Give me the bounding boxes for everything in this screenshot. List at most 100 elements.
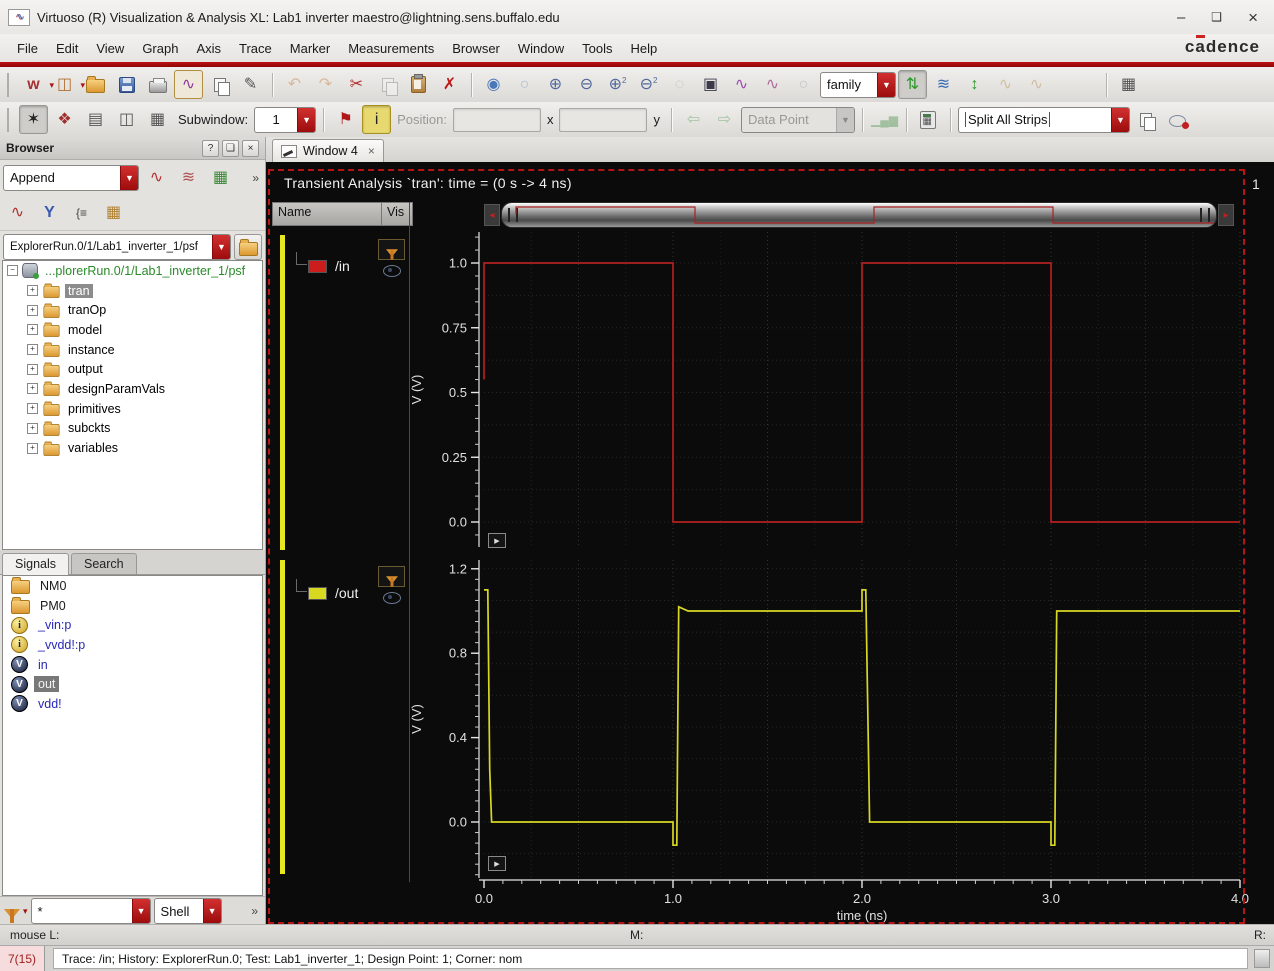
filter-overflow-chevron[interactable]: » [251,904,261,918]
signal-item-vinp[interactable]: i _vin:p [3,615,262,635]
grid-layout-button[interactable]: ▦ [143,105,172,134]
panel-help-button[interactable]: ? [202,139,219,157]
shell-select[interactable]: Shell ▼ [153,898,222,924]
dropdown-arrow-icon[interactable]: ▼ [877,72,895,97]
tree-item-tranOp[interactable]: + tranOp [3,300,262,320]
copy-graph-button[interactable] [205,70,234,99]
horizontal-strips-button[interactable]: ▤ [81,105,110,134]
vertical-strips-button[interactable]: ◫ [112,105,141,134]
trace-color-swatch[interactable] [308,586,327,600]
panel-float-button[interactable]: ❏ [222,139,239,157]
save-button[interactable] [112,70,141,99]
menu-marker[interactable]: Marker [281,37,339,60]
tree-expand-icon[interactable]: + [27,442,38,454]
menu-help[interactable]: Help [622,37,667,60]
trace-color-swatch[interactable] [308,259,327,273]
swap-strips-button[interactable]: ↕ [960,70,989,99]
zoom-wave-out-button[interactable]: ∿ [758,70,787,99]
plot-family-button[interactable]: ≋ [174,163,203,192]
zoom-out-button[interactable]: ⊖ [572,70,601,99]
signal-item-vvddp[interactable]: i _vvdd!:p [3,635,262,655]
fit-view-button[interactable]: ◉ [479,70,508,99]
dropdown-arrow-icon[interactable]: ▼ [202,899,221,923]
dropdown-arrow-icon[interactable]: ▼ [212,235,230,259]
paste-button[interactable] [404,70,433,99]
dropdown-arrow-icon[interactable]: ▼ [1110,107,1129,132]
family-select[interactable]: family ▼ [820,71,896,98]
tree-expand-icon[interactable]: + [27,422,38,434]
zoom-wave-in-button[interactable]: ∿ [727,70,756,99]
tree-collapse-icon[interactable]: − [7,265,18,277]
dropdown-arrow-icon[interactable]: ▼ [297,107,316,132]
tree-expand-icon[interactable]: + [27,285,38,297]
tree-expand-icon[interactable]: + [27,383,38,395]
signal-item-PM0[interactable]: PM0 [3,596,262,616]
strip-mode-button[interactable]: ❖ [50,105,79,134]
tree-item-model[interactable]: + model [3,320,262,340]
signal-item-in[interactable]: Vin [3,655,262,675]
tree-expand-icon[interactable]: + [27,324,38,336]
tree-item-instance[interactable]: + instance [3,340,262,360]
menu-axis[interactable]: Axis [187,37,230,60]
menu-edit[interactable]: Edit [47,37,87,60]
new-waveform-window-button[interactable]: w ▾ [19,70,54,99]
menu-tools[interactable]: Tools [573,37,621,60]
menu-trace[interactable]: Trace [230,37,281,60]
window-layout-button[interactable]: ◫ ▾ [50,70,85,99]
filter-pattern-select[interactable]: * ▼ [30,898,151,924]
close-button[interactable]: × [1248,9,1258,26]
menu-measurements[interactable]: Measurements [339,37,443,60]
dropdown-arrow-icon[interactable]: ▼ [131,899,150,923]
visibility-eye-icon[interactable] [383,262,401,277]
menu-graph[interactable]: Graph [133,37,187,60]
message-history-scroll[interactable] [1254,949,1270,968]
tree-root[interactable]: − ...plorerRun.0/1/Lab1_inverter_1/psf [3,261,262,281]
print-button[interactable] [143,70,172,99]
panel-close-button[interactable]: × [242,139,259,157]
hide-traces-button[interactable] [1163,105,1192,134]
filter-funnel-icon[interactable] [4,909,20,923]
overlay-strips-button[interactable]: ≋ [929,70,958,99]
menu-browser[interactable]: Browser [443,37,509,60]
tree-expand-icon[interactable]: + [27,363,38,375]
browser-overflow-chevron[interactable]: » [252,171,262,185]
tree-expand-icon[interactable]: + [27,403,38,415]
zoom-in-2x-button[interactable]: ⊕ 2 [603,70,632,99]
fit-selection-button[interactable]: ▣ [696,70,725,99]
calculator-button[interactable] [914,105,943,134]
signal-split-button[interactable]: Y [35,198,64,227]
duplicate-window-button[interactable] [1132,105,1161,134]
tree-item-output[interactable]: + output [3,359,262,379]
tree-item-designParamVals[interactable]: + designParamVals [3,379,262,399]
maximize-button[interactable]: ❑ [1211,10,1222,25]
tree-expand-icon[interactable]: + [27,344,38,356]
tree-expand-icon[interactable]: + [27,304,38,316]
open-results-button[interactable] [81,70,110,99]
table-select-button[interactable]: ▦ [99,198,128,227]
open-results-folder-button[interactable] [234,234,262,260]
menu-window[interactable]: Window [509,37,573,60]
visibility-eye-icon[interactable] [383,589,401,604]
filter-dropdown-arrow[interactable]: ▾ [23,906,28,917]
tree-item-primitives[interactable]: + primitives [3,399,262,419]
strip-indicator-out[interactable] [280,560,285,874]
tree-item-subckts[interactable]: + subckts [3,419,262,439]
signal-item-out[interactable]: Vout [3,674,262,694]
menu-file[interactable]: File [8,37,47,60]
flag-button[interactable]: ⚑ [331,105,360,134]
dropdown-arrow-icon[interactable]: ▼ [120,165,138,190]
trace-name[interactable]: /out [335,585,358,601]
trace-row-in[interactable]: /in [308,258,350,274]
tab-signals[interactable]: Signals [2,553,69,575]
expression-list-button[interactable]: {≡ [67,198,96,227]
zoom-out-2x-button[interactable]: ⊖ 2 [634,70,663,99]
select-tool-button[interactable]: ✶ [19,105,48,134]
tab-search[interactable]: Search [71,553,137,574]
strip-indicator-in[interactable] [280,235,285,550]
table-view-button[interactable]: ▦ [1114,70,1143,99]
cut-button[interactable]: ✂ [342,70,371,99]
split-strips-button[interactable]: ⇅ [898,70,927,99]
trace-name[interactable]: /in [335,258,350,274]
subwindow-select[interactable]: 1 ▼ [254,106,317,133]
new-trace-button[interactable]: ∿ [3,198,32,227]
